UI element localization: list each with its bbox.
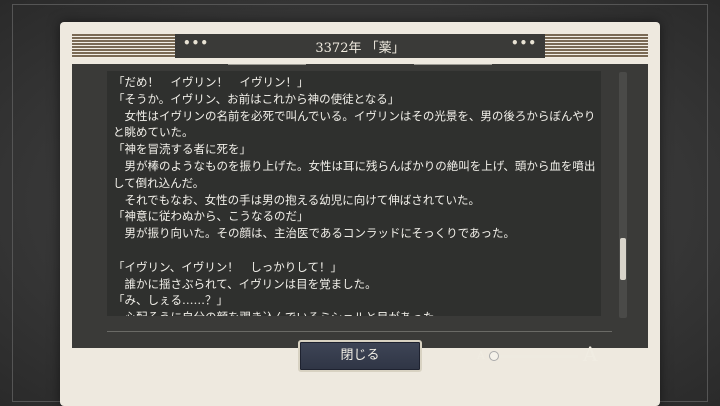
scrollbar-thumb[interactable] [620,238,626,280]
backlog-line [113,242,595,259]
font-size-large-label: A [583,342,598,366]
close-button[interactable]: 閉じる [298,340,422,372]
backlog-line: 「み、しぇる……？」 [113,293,228,308]
title-underline-right [414,64,492,65]
backlog-line: 「そうか。イヴリン、お前はこれから神の使徒となる」 [113,91,400,106]
backlog-line: 「神意に従わぬから、こうなるのだ」 [113,209,309,224]
dialog-title: 3372年 「薬」 [315,41,405,56]
backlog-line: それでもなお、女性の手は男の抱える幼児に向けて伸ばされていた。 [113,192,480,207]
backlog-line: 誰かに揺さぶられて、イヴリンは目を覚ました。 [113,276,377,291]
title-underline-left [228,64,306,65]
header-stripes-left [72,34,175,58]
backlog-line: 「だめ！ イヴリン！ イヴリン！」 [113,75,309,89]
backlog-line: して倒れ込んだ。 [113,175,205,190]
backlog-line: 「神を冒涜する者に死を」 [113,142,251,157]
backlog-scrollbar[interactable] [619,72,627,318]
backlog-lines: 「だめ！ イヴリン！ イヴリン！」「そうか。イヴリン、お前はこれから神の使徒とな… [113,74,595,316]
font-size-slider[interactable] [492,355,578,358]
dialog-header: ••• 3372年 「薬」 ••• [72,34,648,58]
ornament-dots-right-icon: ••• [510,36,537,50]
backlog-line: 女性はイヴリンの名前を必死で叫んでいる。イヴリンはその光景を、男の後ろからぼんや… [113,108,596,123]
font-size-small-label: A [477,349,485,362]
backlog-line: 心配そうに自分の顔を覗き込んでいるミシェルと目があった。 [113,309,595,316]
backlog-line: 男が棒のようなものを振り上げた。女性は耳に残らんばかりの絶叫を上げ、頭から血を噴… [113,158,596,173]
backlog-line: 「イヴリン、イヴリン！ しっかりして！」 [113,259,342,274]
font-size-slider-knob[interactable] [489,351,499,361]
header-stripes-right [545,34,648,58]
backlog-line: と眺めていた。 [113,125,194,140]
header-title-band: ••• 3372年 「薬」 ••• [175,34,545,58]
footer-divider [107,331,612,332]
backlog-line: 男が振り向いた。その顔は、主治医であるコンラッドにそっくりであった。 [113,226,516,241]
backlog-text-area[interactable]: 「だめ！ イヴリン！ イヴリン！」「そうか。イヴリン、お前はこれから神の使徒とな… [107,71,601,316]
